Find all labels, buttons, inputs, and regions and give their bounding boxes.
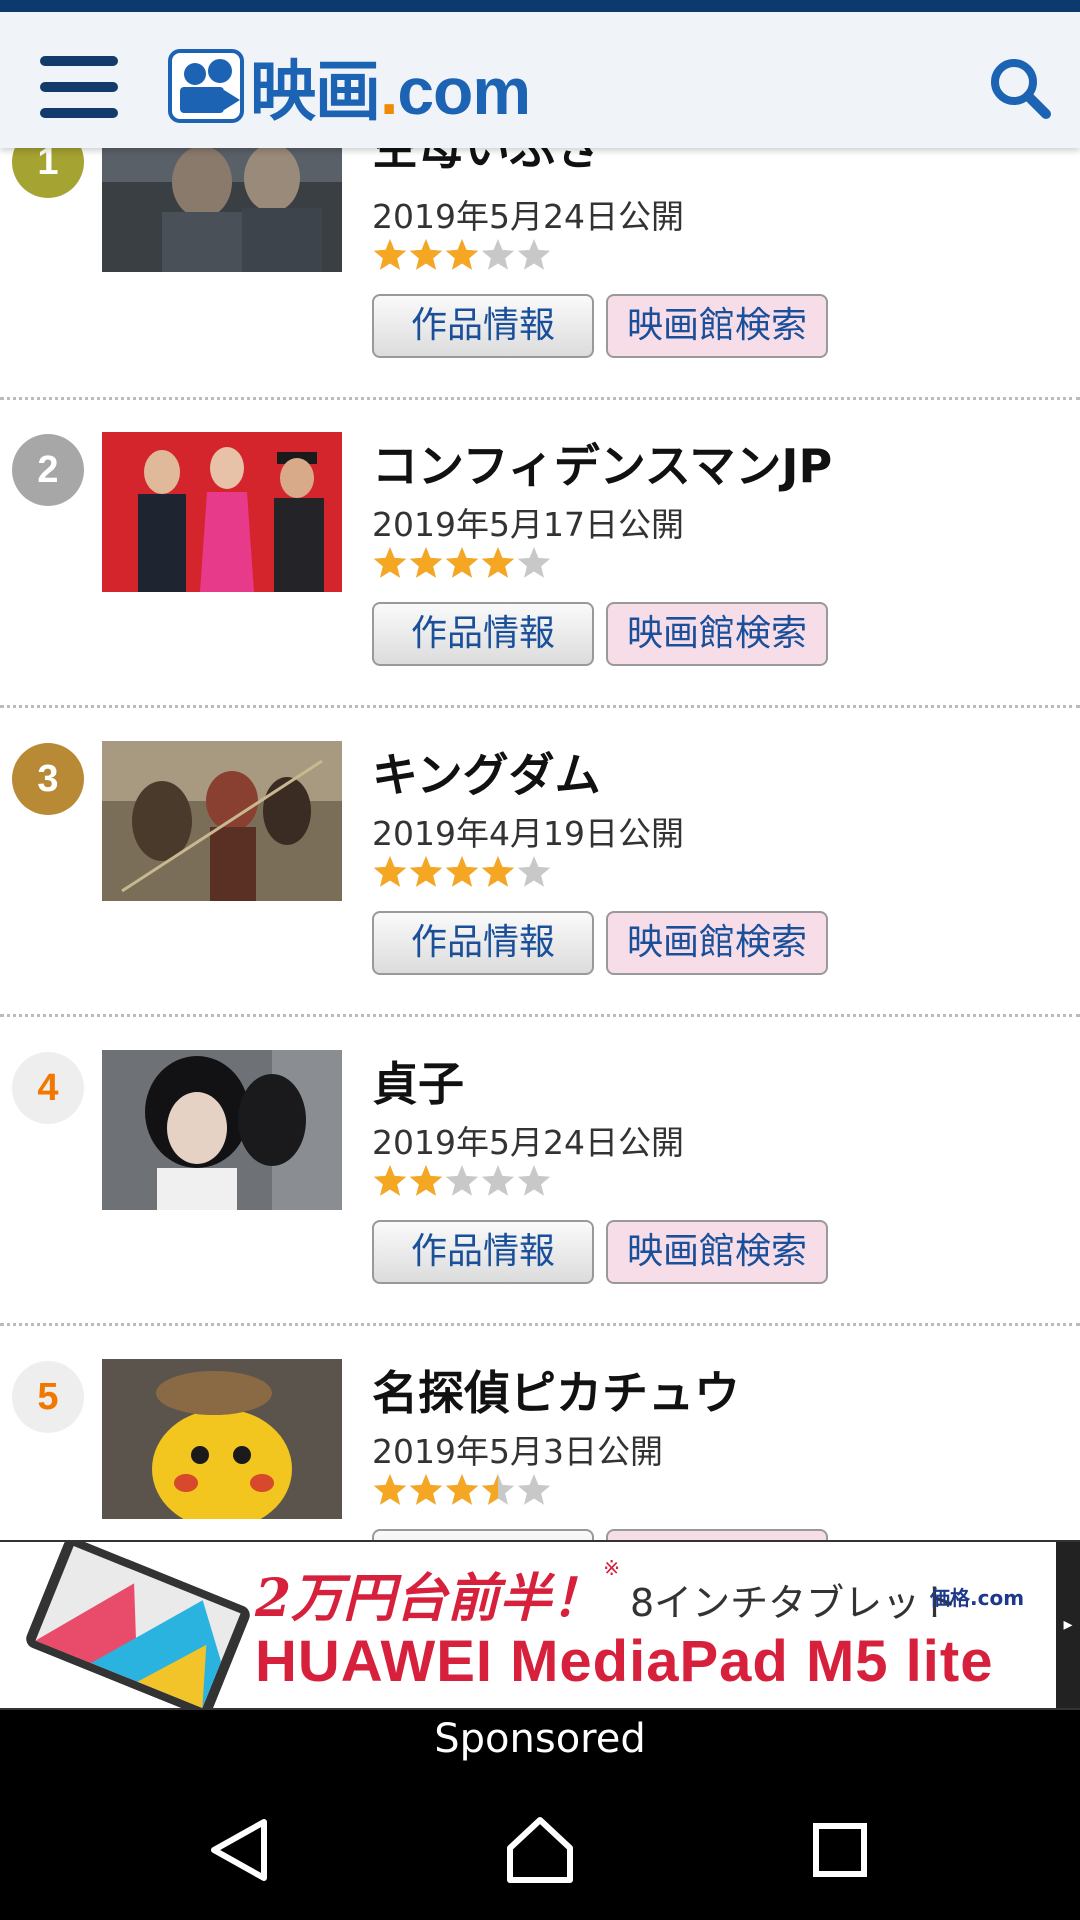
star-icon [445,1165,479,1196]
logo-text: 映画.com [250,54,531,128]
movie-info-button[interactable]: 作品情報 [372,294,594,358]
star-filled-icon [409,547,443,578]
star-icon [517,1165,551,1196]
recents-square-icon[interactable] [800,1810,880,1890]
tablet-image [26,1542,250,1708]
theater-search-button[interactable]: 映画館検索 [606,911,828,975]
star-icon [517,1474,551,1505]
movie-thumbnail[interactable] [102,1050,342,1210]
home-icon[interactable] [500,1810,580,1890]
hamburger-menu-icon[interactable] [40,52,118,122]
star-filled-icon [409,856,443,887]
star-icon [517,547,551,578]
movie-info-button[interactable]: 作品情報 [372,911,594,975]
site-header: 映画.com [0,12,1080,148]
movie-title[interactable]: キングダム [372,739,601,805]
star-icon [517,239,551,270]
star-filled-icon [445,239,479,270]
star-filled-icon [445,1474,479,1505]
release-date: 2019年5月3日公開 [372,1432,663,1471]
movie-title[interactable]: コンフィデンスマンJP [372,430,832,496]
release-date: 2019年5月24日公開 [372,197,684,236]
star-icon [481,1165,515,1196]
rating-stars [373,1474,551,1505]
ad-brand-logo: 価格.com [930,1586,1025,1610]
star-filled-icon [445,547,479,578]
movie-info-button[interactable]: 作品情報 [372,1220,594,1284]
star-filled-icon [373,239,407,270]
movie-thumbnail[interactable] [102,1359,342,1519]
movie-thumbnail[interactable] [102,741,342,901]
theater-search-button[interactable]: 映画館検索 [606,1220,828,1284]
theater-search-button[interactable]: 映画館検索 [606,294,828,358]
android-nav-bar [0,1780,1080,1920]
star-filled-icon [373,547,407,578]
ranking-item: 2 コンフィデンスマンJP 2019年5月17日公開 作品情報 映画館検索 [0,400,1080,708]
rank-badge: 3 [12,743,84,815]
rating-stars [373,547,551,578]
star-filled-icon [373,1165,407,1196]
movie-thumbnail[interactable] [102,432,342,592]
search-icon[interactable] [988,56,1052,120]
rank-badge: 5 [12,1361,84,1433]
ad-product-name: HUAWEI MediaPad M5 lite [255,1629,994,1694]
star-filled-icon [409,1165,443,1196]
back-triangle-icon[interactable] [200,1810,280,1890]
status-bar-stripe [0,0,1080,12]
star-filled-icon [409,239,443,270]
site-logo[interactable]: 映画.com [168,44,531,128]
rating-stars [373,1165,551,1196]
ad-headline: 2万円台前半！※8インチタブレット [255,1556,959,1629]
star-filled-icon [373,1474,407,1505]
star-icon [481,239,515,270]
star-filled-icon [481,856,515,887]
rating-stars [373,856,551,887]
release-date: 2019年5月24日公開 [372,1123,684,1162]
star-filled-icon [481,547,515,578]
sponsored-bar: Sponsored [0,1710,1080,1780]
star-filled-icon [445,856,479,887]
release-date: 2019年5月17日公開 [372,505,684,544]
ad-arrow-icon[interactable]: ▸ [1056,1542,1080,1708]
rank-badge: 4 [12,1052,84,1124]
star-filled-icon [373,856,407,887]
star-icon [517,856,551,887]
movie-title[interactable]: 貞子 [372,1048,464,1114]
rating-stars [373,239,551,270]
camera-logo-icon [168,49,244,123]
sponsored-label: Sponsored [434,1716,646,1762]
ranking-item: 3 キングダム 2019年4月19日公開 作品情報 映画館検索 [0,709,1080,1017]
rank-badge: 2 [12,434,84,506]
release-date: 2019年4月19日公開 [372,814,684,853]
star-filled-icon [409,1474,443,1505]
ad-banner[interactable]: 2万円台前半！※8インチタブレット 価格.com HUAWEI MediaPad… [0,1540,1080,1710]
theater-search-button[interactable]: 映画館検索 [606,602,828,666]
ranking-item: 4 貞子 2019年5月24日公開 作品情報 映画館検索 [0,1018,1080,1326]
movie-info-button[interactable]: 作品情報 [372,602,594,666]
movie-title[interactable]: 名探偵ピカチュウ [372,1357,740,1423]
